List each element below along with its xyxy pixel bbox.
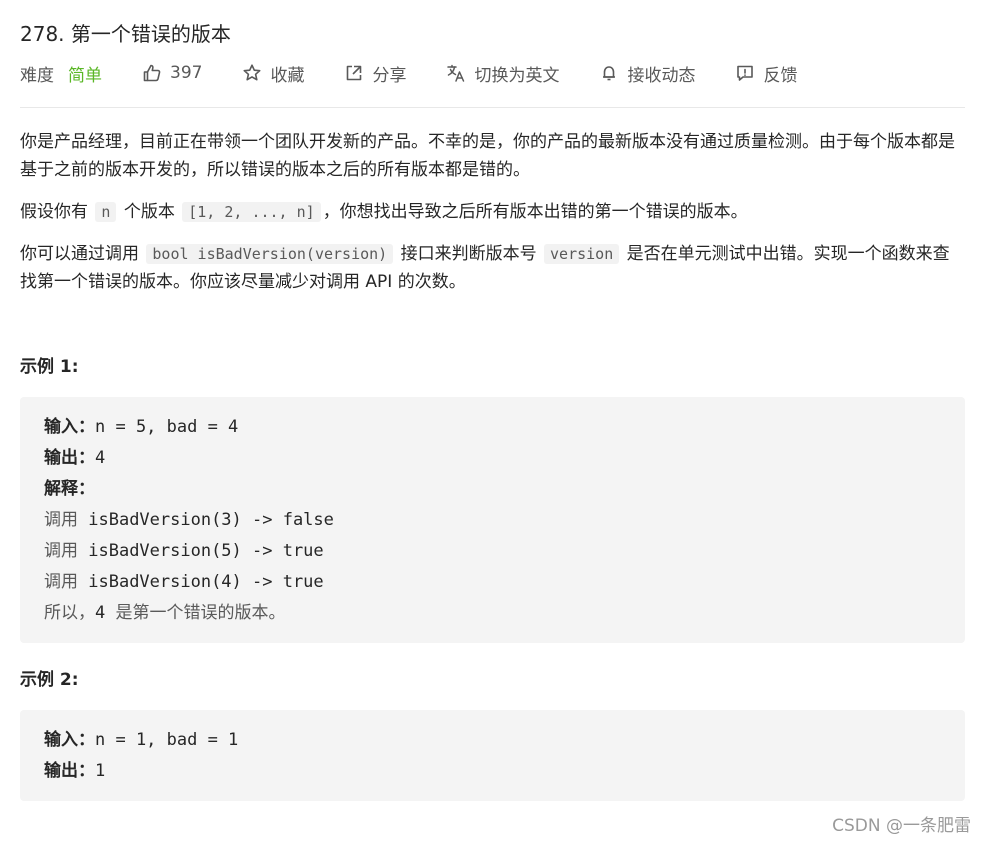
example-1-heading: 示例 1:: [20, 357, 79, 377]
example-1-box: 输入：n = 5, bad = 4 输出：4 解释： 调用 isBadVersi…: [20, 397, 965, 643]
conclusion-suffix: 是第一个错误的版本。: [115, 603, 286, 623]
example-2-input-value: n = 1, bad = 1: [95, 730, 239, 750]
p2-text-before: 假设你有: [20, 202, 88, 222]
example-2-input-line: 输入：n = 1, bad = 1: [44, 725, 941, 756]
call-code: isBadVersion(4) -> true: [88, 572, 324, 592]
problem-description: 你是产品经理，目前正在带领一个团队开发新的产品。不幸的是，你的产品的最新版本没有…: [20, 128, 965, 310]
example-1-input-label: 输入：: [44, 417, 95, 437]
bell-icon: [599, 63, 619, 83]
call-code: isBadVersion(5) -> true: [88, 541, 324, 561]
example-1-output-line: 输出：4: [44, 443, 941, 474]
switch-english-button[interactable]: 切换为英文: [446, 61, 559, 86]
example-1-conclusion-line: 所以，4 是第一个错误的版本。: [44, 598, 941, 629]
feedback-label: 反馈: [763, 65, 798, 86]
description-paragraph-3: 你可以通过调用 bool isBadVersion(version) 接口来判断…: [20, 240, 965, 296]
call-prefix: 调用: [44, 572, 78, 592]
header-divider: [20, 107, 965, 108]
example-1-call-line: 调用 isBadVersion(4) -> true: [44, 567, 941, 598]
conclusion-code: 4: [95, 603, 106, 623]
feedback-icon: [735, 63, 755, 83]
example-2-box: 输入：n = 1, bad = 1 输出：1: [20, 710, 965, 801]
example-1-explain-line: 解释：: [44, 474, 941, 505]
share-label: 分享: [372, 65, 407, 86]
example-2-input-label: 输入：: [44, 730, 95, 750]
description-paragraph-1: 你是产品经理，目前正在带领一个团队开发新的产品。不幸的是，你的产品的最新版本没有…: [20, 132, 955, 180]
call-code: isBadVersion(3) -> false: [88, 510, 334, 530]
example-1-call-line: 调用 isBadVersion(5) -> true: [44, 536, 941, 567]
example-1-input-value: n = 5, bad = 4: [95, 417, 239, 437]
difficulty: 难度 简单: [20, 61, 102, 86]
conclusion-prefix: 所以，: [44, 603, 95, 623]
call-prefix: 调用: [44, 541, 78, 561]
inline-code-version: version: [544, 244, 620, 264]
translate-icon: [446, 63, 466, 83]
inline-code-range: [1, 2, ..., n]: [182, 202, 321, 222]
example-2-output-label: 输出：: [44, 761, 95, 781]
collect-label: 收藏: [270, 65, 305, 86]
share-icon: [344, 63, 364, 83]
switch-english-label: 切换为英文: [474, 65, 560, 86]
difficulty-label: 难度: [20, 65, 54, 86]
p3-text-before: 你可以通过调用: [20, 244, 139, 264]
share-button[interactable]: 分享: [344, 61, 406, 86]
example-1-explain-label: 解释：: [44, 479, 95, 499]
feedback-button[interactable]: 反馈: [735, 61, 797, 86]
thumbs-up-icon: [142, 63, 162, 83]
star-icon: [242, 63, 262, 83]
problem-meta-bar: 难度 简单 397 收藏 分享 切换为英文 接收动态 反馈: [20, 58, 837, 88]
csdn-watermark: CSDN @一条肥雷: [832, 816, 971, 836]
like-button[interactable]: 397: [142, 63, 202, 83]
example-1-call-line: 调用 isBadVersion(3) -> false: [44, 505, 941, 536]
subscribe-label: 接收动态: [627, 65, 696, 86]
p2-text-mid: 个版本: [123, 202, 175, 222]
example-1-output-value: 4: [95, 448, 106, 468]
example-2-output-value: 1: [95, 761, 106, 781]
example-2-output-line: 输出：1: [44, 756, 941, 787]
p2-text-after: ，你想找出导致之后所有版本出错的第一个错误的版本。: [322, 202, 748, 222]
problem-title: 278. 第一个错误的版本: [20, 22, 231, 46]
example-2-heading: 示例 2:: [20, 670, 79, 690]
description-paragraph-2: 假设你有 n 个版本 [1, 2, ..., n] ，你想找出导致之后所有版本出错…: [20, 198, 965, 226]
like-count: 397: [170, 63, 203, 83]
subscribe-button[interactable]: 接收动态: [599, 61, 695, 86]
example-1-input-line: 输入：n = 5, bad = 4: [44, 412, 941, 443]
example-1-output-label: 输出：: [44, 448, 95, 468]
inline-code-n: n: [95, 202, 117, 222]
p3-text-mid: 接口来判断版本号: [400, 244, 537, 264]
collect-button[interactable]: 收藏: [242, 61, 304, 86]
inline-code-api: bool isBadVersion(version): [146, 244, 394, 264]
difficulty-value: 简单: [68, 65, 102, 86]
call-prefix: 调用: [44, 510, 78, 530]
